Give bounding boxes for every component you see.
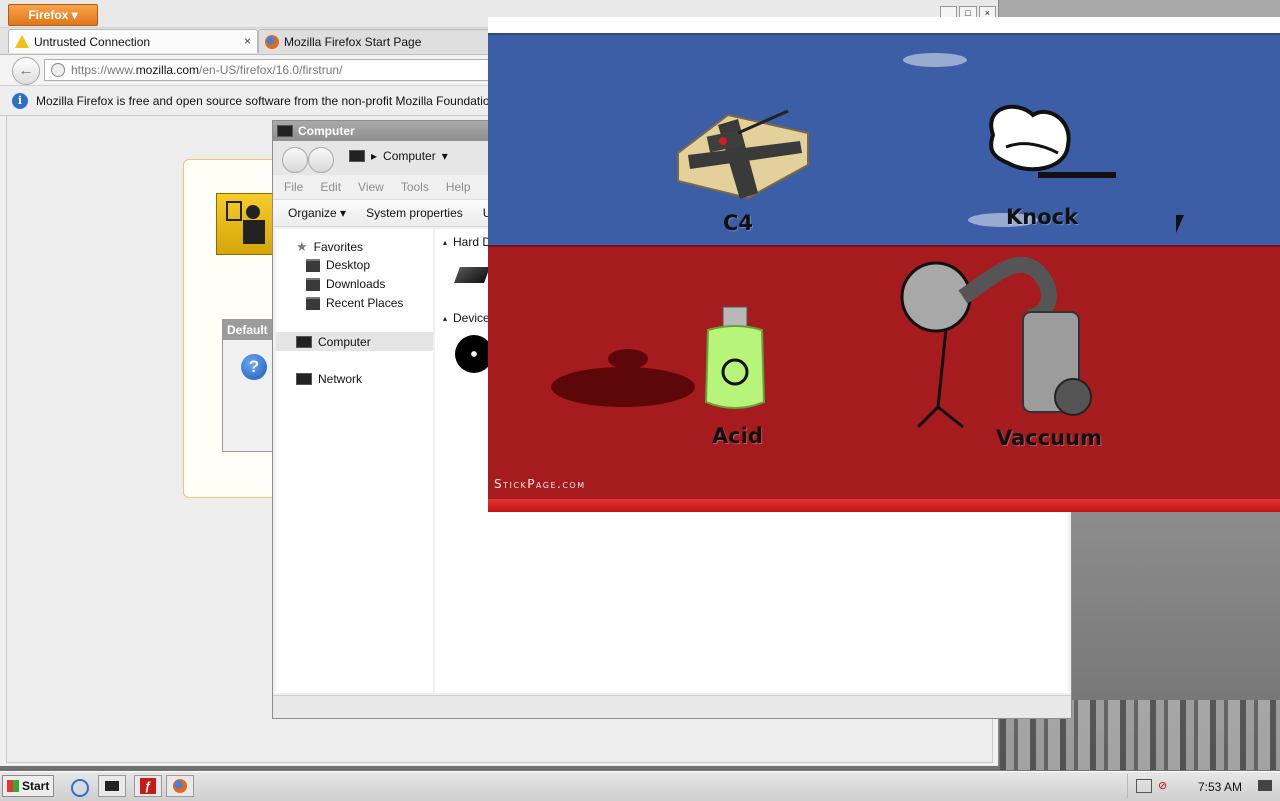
explorer-status-bar — [273, 695, 1071, 718]
tree-desktop[interactable]: Desktop — [306, 258, 370, 272]
chevron-down-icon[interactable]: ▾ — [442, 149, 448, 163]
question-icon: ? — [241, 354, 267, 380]
taskbar-firefox-button[interactable] — [166, 775, 194, 797]
recent-places-icon — [306, 296, 320, 310]
menu-edit[interactable]: Edit — [320, 180, 341, 194]
taskbar-flash-button[interactable]: ƒ — [134, 775, 162, 797]
tab-firefox-start-page[interactable]: Mozilla Firefox Start Page — [258, 29, 490, 53]
knocking-hand-icon — [989, 104, 1116, 178]
url-text: https://www.mozilla.com/en-US/firefox/16… — [71, 63, 342, 77]
volume-muted-icon[interactable]: ⊘ — [1158, 779, 1172, 792]
breadcrumb-arrow-icon: ▸ — [371, 149, 378, 163]
internet-explorer-icon — [71, 779, 89, 797]
url-domain: mozilla.com — [135, 63, 200, 77]
network-icon — [296, 373, 312, 385]
flash-icon: ƒ — [140, 778, 156, 794]
network-label: Network — [318, 372, 363, 386]
close-tab-icon[interactable]: × — [244, 34, 251, 48]
desktop-label: Desktop — [326, 258, 371, 272]
taskbar-explorer-button[interactable] — [98, 775, 126, 797]
collapse-arrow-icon: ▴ — [443, 237, 448, 247]
firefox-menu-label: Firefox — [28, 8, 69, 22]
notification-text: Mozilla Firefox is free and open source … — [36, 93, 500, 108]
stickpage-credit: StickPage.com — [494, 477, 586, 491]
desktop-icon — [306, 258, 320, 272]
computer-icon — [296, 335, 312, 348]
firefox-icon — [265, 34, 279, 49]
knock-label: Knock — [1006, 205, 1079, 229]
tree-favorites[interactable]: ★ Favorites — [296, 239, 363, 255]
game-panel-bottom: Acid Vaccuum StickPage.com — [488, 245, 1280, 501]
start-button[interactable]: Start — [2, 775, 54, 797]
system-tray: ⊘ 7:53 AM — [1127, 774, 1280, 798]
tree-network[interactable]: Network — [296, 372, 362, 386]
network-tray-icon[interactable] — [1136, 779, 1152, 793]
firefox-menu-button[interactable]: Firefox ▾ — [8, 4, 98, 26]
start-label: Start — [22, 779, 50, 793]
computer-icon — [277, 125, 293, 137]
vaccuum-option[interactable] — [898, 256, 1098, 437]
tree-computer[interactable]: Computer — [276, 332, 433, 351]
show-desktop-icon[interactable] — [1258, 780, 1272, 791]
navigation-pane: ★ Favorites Desktop Downloads Recent Pla… — [276, 229, 433, 693]
acid-flask-icon — [551, 306, 766, 409]
system-properties-button[interactable]: System properties — [366, 206, 463, 220]
downloads-label: Downloads — [326, 277, 386, 291]
windows-flag-icon — [7, 780, 19, 792]
url-prefix: https://www. — [71, 63, 136, 77]
explorer-back-button[interactable] — [282, 147, 308, 173]
firefox-icon — [173, 779, 187, 793]
downloads-icon — [306, 277, 320, 291]
game-window: C4 Knock Acid Vaccuum StickPage.com — [488, 17, 1280, 512]
address-text: Computer — [383, 149, 436, 163]
menu-file[interactable]: File — [284, 180, 303, 194]
explorer-forward-button[interactable] — [308, 147, 334, 173]
back-button[interactable]: ← — [12, 57, 40, 85]
recent-places-label: Recent Places — [326, 296, 404, 310]
organize-label: Organize — [288, 206, 337, 220]
menu-tools[interactable]: Tools — [401, 180, 429, 194]
game-top-strip — [488, 17, 1280, 33]
explorer-title: Computer — [298, 124, 355, 138]
menu-view[interactable]: View — [358, 180, 384, 194]
mouse-cursor-icon — [1176, 215, 1184, 233]
tab-label: Mozilla Firefox Start Page — [284, 34, 422, 49]
hard-drive-icon[interactable] — [454, 267, 490, 283]
address-breadcrumb[interactable]: ▸ Computer ▾ — [349, 149, 448, 163]
computer-icon — [349, 150, 365, 162]
acid-option[interactable] — [548, 302, 778, 422]
tab-label: Untrusted Connection — [34, 34, 151, 49]
knock-option[interactable] — [978, 95, 1118, 185]
game-bottom-bar — [488, 499, 1280, 512]
c4-explosive-icon — [677, 109, 809, 200]
section-hard-disk-drives[interactable]: ▴ Hard Di — [443, 235, 494, 249]
back-arrow-icon: ← — [18, 62, 34, 79]
acid-label: Acid — [712, 424, 763, 448]
game-panel-top: C4 Knock — [488, 33, 1280, 247]
clock[interactable]: 7:53 AM — [1198, 780, 1242, 794]
c4-label: C4 — [723, 211, 754, 235]
menu-help[interactable]: Help — [446, 180, 471, 194]
url-bar[interactable]: https://www.mozilla.com/en-US/firefox/16… — [44, 59, 504, 81]
computer-icon — [105, 781, 119, 791]
tab-untrusted-connection[interactable]: Untrusted Connection × — [8, 29, 258, 53]
taskbar-ie-button[interactable] — [66, 775, 94, 797]
globe-icon — [51, 63, 65, 77]
organize-button[interactable]: Organize ▾ — [288, 206, 346, 220]
vaccuum-label: Vaccuum — [996, 426, 1102, 450]
computer-label: Computer — [318, 334, 371, 349]
url-path: /en-US/firefox/16.0/firstrun/ — [199, 63, 343, 77]
police-officer-icon — [216, 193, 274, 255]
warning-icon — [15, 35, 29, 48]
cloud — [903, 53, 967, 67]
tree-downloads[interactable]: Downloads — [306, 277, 385, 291]
favorites-label: Favorites — [313, 240, 364, 254]
c4-option[interactable] — [668, 103, 813, 203]
vacuum-cleaner-icon — [900, 256, 1092, 429]
star-icon: ★ — [296, 239, 308, 254]
taskbar: Start ƒ ⊘ 7:53 AM — [0, 771, 1280, 801]
info-icon: i — [12, 92, 28, 109]
collapse-arrow-icon: ▴ — [443, 313, 448, 323]
tree-recent-places[interactable]: Recent Places — [306, 296, 403, 310]
